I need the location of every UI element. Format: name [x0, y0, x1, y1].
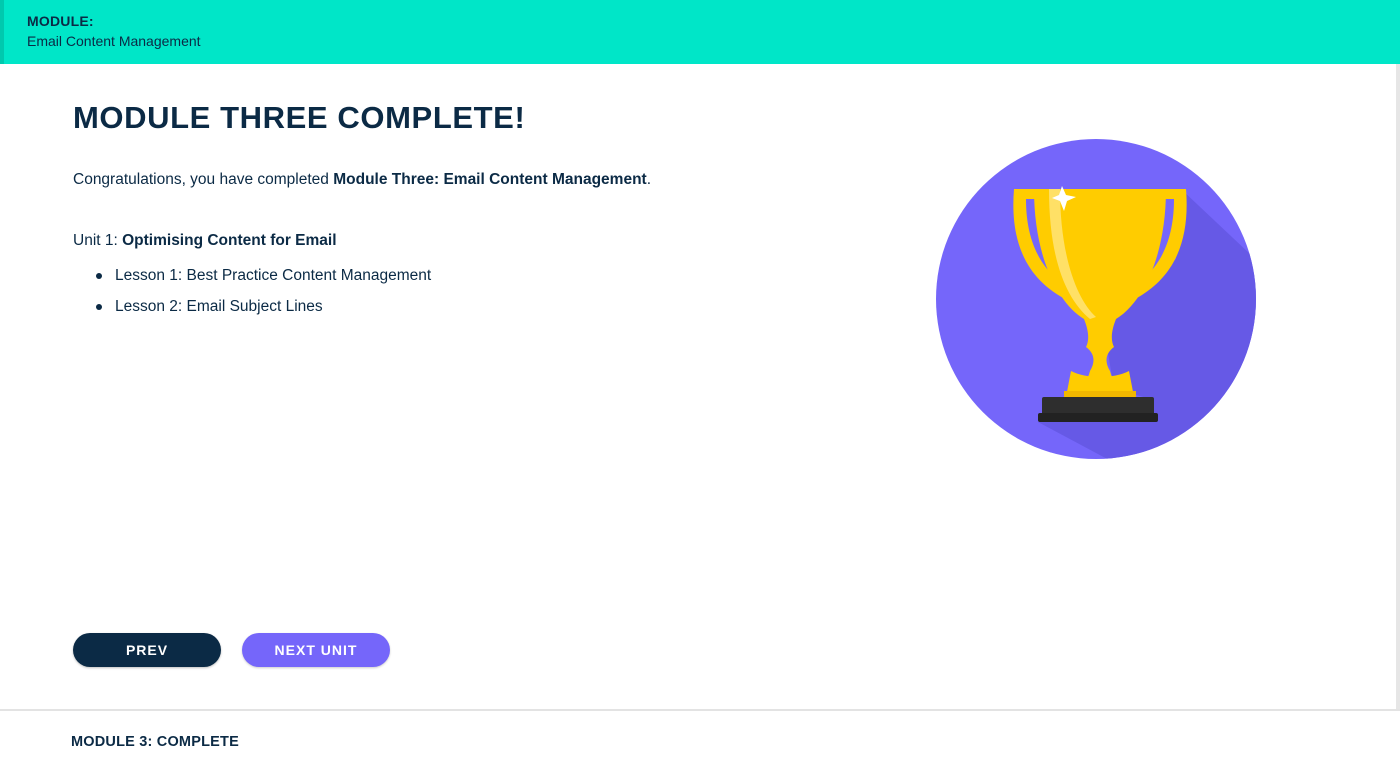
congrats-suffix: . — [646, 171, 652, 188]
bullet-icon — [96, 273, 102, 279]
module-label: MODULE: — [27, 13, 94, 29]
lesson-label: Lesson 1: Best Practice Content Manageme… — [115, 267, 432, 284]
page-title: MODULE THREE COMPLETE! — [73, 100, 526, 135]
completed-module-name: Module Three: Email Content Management — [333, 171, 647, 188]
footer-divider — [0, 709, 1400, 711]
lesson-item: Lesson 1: Best Practice Content Manageme… — [96, 266, 432, 297]
congratulations-text: Congratulations, you have completed Modu… — [73, 171, 651, 189]
prev-button[interactable]: PREV — [73, 633, 221, 667]
module-status-label: MODULE 3: COMPLETE — [71, 734, 239, 750]
unit-name: Optimising Content for Email — [122, 232, 337, 249]
next-unit-button[interactable]: NEXT UNIT — [242, 633, 390, 667]
lesson-label: Lesson 2: Email Subject Lines — [115, 298, 323, 315]
bullet-icon — [96, 304, 102, 310]
module-header: MODULE: Email Content Management — [0, 0, 1400, 64]
module-name: Email Content Management — [27, 33, 201, 49]
congrats-prefix: Congratulations, you have completed — [73, 171, 334, 188]
scrollbar-track[interactable] — [1396, 64, 1400, 709]
lesson-item: Lesson 2: Email Subject Lines — [96, 297, 431, 328]
unit-prefix: Unit 1: — [73, 232, 123, 249]
trophy-icon — [936, 139, 1256, 459]
lesson-list: Lesson 1: Best Practice Content Manageme… — [96, 266, 432, 328]
unit-heading: Unit 1: Optimising Content for Email — [73, 232, 337, 250]
